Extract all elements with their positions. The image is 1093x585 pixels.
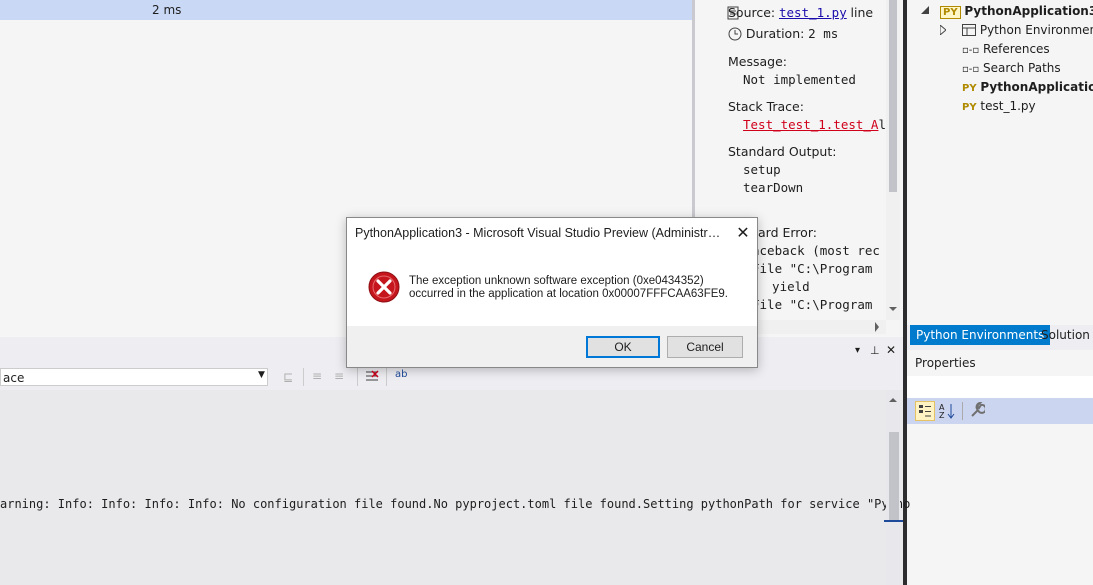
test-duration: 2 ms — [152, 3, 182, 17]
tree-label: Python Environments — [979, 23, 1093, 37]
properties-body — [907, 424, 1093, 585]
error-icon — [368, 271, 400, 303]
properties-object-selector[interactable] — [907, 376, 1093, 398]
test-row-selected[interactable]: 2 ms — [0, 0, 692, 20]
references-icon: ▫-▫ — [962, 45, 980, 56]
wrench-icon[interactable] — [969, 402, 985, 418]
tree-label: PythonApplication3. — [980, 80, 1093, 94]
find-message-icon[interactable]: ⊑ — [283, 370, 293, 384]
toolbar-separator — [303, 368, 304, 386]
stderr-line: File "C:\Program — [752, 261, 873, 276]
word-wrap-icon[interactable]: ab — [395, 369, 407, 380]
stderr-line: File "C:\Program — [752, 297, 873, 312]
chevron-right-icon[interactable] — [873, 322, 881, 332]
stack-trace-label: Stack Trace: — [728, 99, 804, 114]
python-file-icon: PY — [962, 83, 977, 94]
output-source-value: ace — [3, 371, 25, 385]
toolbar-separator — [386, 368, 387, 386]
clear-all-icon[interactable] — [365, 370, 379, 384]
python-file-icon: PY — [962, 102, 977, 113]
tree-main-file[interactable]: PY PythonApplication3. — [962, 80, 1093, 94]
clock-icon — [728, 27, 742, 41]
properties-toolbar: AZ — [907, 398, 1093, 424]
chevron-up-icon[interactable] — [889, 396, 897, 404]
duration-value: 2 ms — [808, 26, 839, 41]
dialog-message-line: occurred in the application at location … — [409, 288, 728, 300]
output-line: arning: Info: Info: Info: Info: No confi… — [0, 497, 911, 511]
chevron-down-icon[interactable] — [889, 305, 897, 313]
file-icon — [727, 6, 739, 20]
source-line: line — [850, 5, 874, 20]
close-icon[interactable]: ✕ — [886, 343, 896, 357]
stdout-line: tearDown — [743, 180, 804, 195]
close-icon[interactable]: ✕ — [731, 222, 755, 244]
previous-message-icon[interactable]: ≡ — [312, 369, 322, 383]
dropdown-icon[interactable]: ▾ — [855, 345, 860, 356]
scroll-marker — [884, 520, 903, 522]
source-row: Source: test_1.py line — [728, 5, 873, 20]
dialog-message-line: The exception unknown software exception… — [409, 275, 704, 287]
detail-scrollbar-thumb[interactable] — [889, 0, 897, 192]
source-file-link[interactable]: test_1.py — [779, 5, 847, 20]
output-source-select[interactable]: ace ▼ — [0, 368, 268, 386]
exception-dialog: PythonApplication3 - Microsoft Visual St… — [346, 217, 758, 368]
pin-icon[interactable]: ⊥ — [870, 344, 880, 357]
ok-button[interactable]: OK — [586, 336, 660, 358]
dialog-message: The exception unknown software exception… — [409, 275, 728, 301]
stderr-label: ard Error: — [758, 225, 817, 240]
collapsed-arrow-icon[interactable] — [940, 25, 946, 35]
alphabetical-icon[interactable]: AZ — [939, 402, 957, 420]
tree-references[interactable]: ▫-▫ References — [962, 42, 1050, 56]
solution-tabs: Python Environments Solution E — [907, 325, 1093, 345]
output-text-area[interactable] — [0, 390, 903, 585]
environments-icon — [962, 24, 976, 36]
properties-title: Properties — [915, 356, 976, 370]
tree-label: References — [983, 42, 1050, 56]
message-label: Message: — [728, 54, 787, 69]
properties-header: Properties — [907, 350, 1093, 376]
tree-label: test_1.py — [980, 99, 1036, 113]
stdout-label: Standard Output: — [728, 144, 837, 159]
tree-search-paths[interactable]: ▫-▫ Search Paths — [962, 61, 1061, 75]
project-name: PythonApplication3 — [964, 4, 1093, 18]
message-value: Not implemented — [743, 72, 856, 87]
svg-text:Z: Z — [939, 411, 945, 420]
chevron-down-icon[interactable]: ▼ — [258, 370, 265, 380]
stderr-line: yield — [757, 279, 810, 294]
toolbar-separator — [962, 402, 963, 420]
search-paths-icon: ▫-▫ — [962, 64, 980, 75]
cancel-button[interactable]: Cancel — [667, 336, 743, 358]
categorized-icon[interactable] — [915, 401, 935, 421]
next-message-icon[interactable]: ≡ — [334, 369, 344, 383]
tree-project[interactable]: PY PythonApplication3 — [940, 4, 1093, 19]
toolbar-separator — [357, 368, 358, 386]
tree-test-file[interactable]: PY test_1.py — [962, 99, 1036, 113]
stack-trace-row: Test_test_1.test_Al — [743, 117, 886, 132]
stdout-line: setup — [743, 162, 781, 177]
duration-row: Duration: 2 ms — [728, 26, 838, 41]
expanded-arrow-icon[interactable] — [921, 6, 929, 14]
stack-trace-suffix: l — [878, 117, 886, 132]
stderr-line: aceback (most rec — [752, 243, 880, 258]
tab-python-environments[interactable]: Python Environments — [910, 325, 1051, 345]
tab-solution-explorer[interactable]: Solution E — [1041, 325, 1093, 345]
duration-label: Duration: — [745, 26, 805, 41]
tree-label: Search Paths — [983, 61, 1061, 75]
stack-trace-link[interactable]: Test_test_1.test_A — [743, 117, 878, 132]
tree-python-environments[interactable]: Python Environments — [962, 23, 1093, 37]
output-scrollbar-thumb[interactable] — [889, 432, 899, 520]
dialog-title: PythonApplication3 - Microsoft Visual St… — [355, 226, 727, 240]
python-icon: PY — [940, 6, 961, 19]
